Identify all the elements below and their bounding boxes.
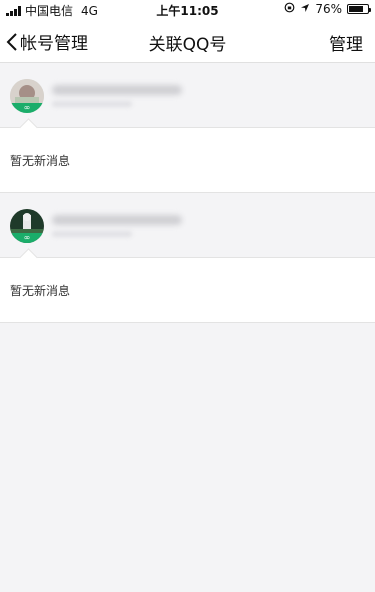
- page-title: 关联QQ号: [148, 35, 227, 55]
- avatar[interactable]: ∞: [10, 79, 44, 113]
- account-number-blurred: [52, 101, 132, 107]
- infinity-icon: ∞: [10, 103, 44, 113]
- battery-icon: [347, 4, 371, 14]
- lock-rotation-icon: [284, 2, 295, 16]
- navigation-bar: 帐号管理 关联QQ号 管理: [0, 20, 375, 63]
- account-name-blurred: [52, 85, 182, 95]
- manage-button[interactable]: 管理: [329, 30, 363, 55]
- battery-percent: 76%: [315, 2, 342, 16]
- status-bar: 中国电信 4G 上午11:05 76%: [0, 0, 375, 20]
- account-name-blurred: [52, 215, 182, 225]
- infinity-icon: ∞: [10, 233, 44, 243]
- account-number-blurred: [52, 231, 132, 237]
- message-row[interactable]: 暂无新消息: [0, 248, 375, 323]
- account-card[interactable]: ∞: [0, 193, 375, 258]
- message-text: 暂无新消息: [10, 284, 71, 298]
- location-icon: [300, 2, 310, 16]
- status-right: 76%: [284, 2, 371, 16]
- account-item[interactable]: ∞ 暂无新消息: [0, 193, 375, 323]
- avatar[interactable]: ∞: [10, 209, 44, 243]
- message-text: 暂无新消息: [10, 154, 71, 168]
- account-list: ∞ 暂无新消息 ∞ 暂无新消息: [0, 63, 375, 323]
- message-row[interactable]: 暂无新消息: [0, 118, 375, 193]
- account-item[interactable]: ∞ 暂无新消息: [0, 63, 375, 193]
- account-card[interactable]: ∞: [0, 63, 375, 128]
